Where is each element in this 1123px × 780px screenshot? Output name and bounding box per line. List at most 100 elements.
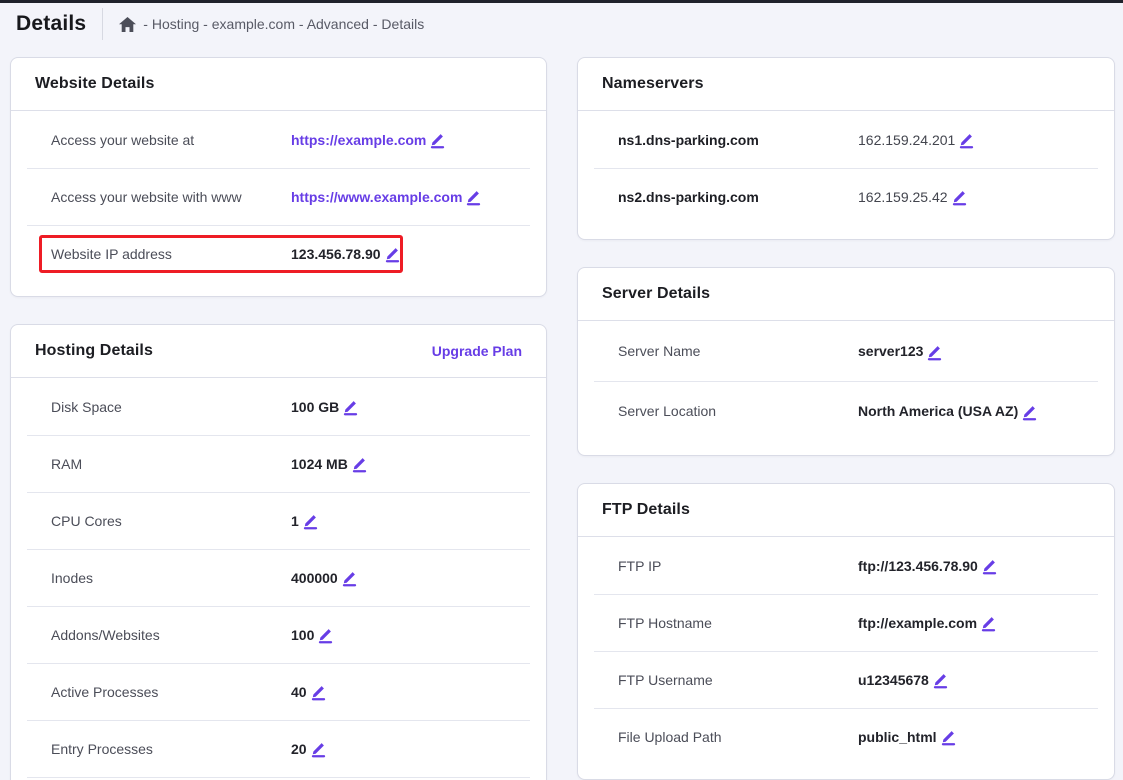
edit-icon[interactable] bbox=[309, 739, 328, 758]
server-details-card: Server Details Server Name server123 Ser… bbox=[577, 267, 1115, 456]
row-label: Disk Space bbox=[51, 399, 291, 415]
card-header: Server Details bbox=[578, 268, 1114, 321]
detail-row: ns2.dns-parking.com 162.159.25.42 bbox=[578, 168, 1114, 225]
detail-row: Inodes 400000 bbox=[11, 549, 546, 606]
detail-row: Server Name server123 bbox=[578, 321, 1114, 381]
breadcrumb-separator: - bbox=[199, 16, 211, 32]
detail-row: Addons/Websites 100 bbox=[11, 606, 546, 663]
row-label: Server Name bbox=[618, 343, 858, 359]
nameservers-card: Nameservers ns1.dns-parking.com 162.159.… bbox=[577, 57, 1115, 240]
detail-row: Website IP address 123.456.78.90 bbox=[11, 225, 546, 282]
edit-icon[interactable] bbox=[939, 727, 958, 746]
card-header: Hosting Details Upgrade Plan bbox=[11, 325, 546, 378]
row-value: ftp://123.456.78.90 bbox=[858, 558, 978, 574]
edit-icon[interactable] bbox=[980, 556, 999, 575]
edit-icon[interactable] bbox=[316, 625, 335, 644]
left-column: Website Details Access your website at h… bbox=[10, 57, 547, 780]
ftp-details-card: FTP Details FTP IP ftp://123.456.78.90 F… bbox=[577, 483, 1115, 780]
edit-icon[interactable] bbox=[957, 130, 976, 149]
card-body: FTP IP ftp://123.456.78.90 FTP Hostname … bbox=[578, 537, 1114, 779]
edit-icon[interactable] bbox=[1020, 402, 1039, 421]
detail-row: FTP Hostname ftp://example.com bbox=[578, 594, 1114, 651]
card-title: Hosting Details bbox=[35, 342, 153, 360]
row-value: 162.159.25.42 bbox=[858, 189, 948, 205]
edit-icon[interactable] bbox=[309, 682, 328, 701]
row-label: RAM bbox=[51, 456, 291, 472]
row-label: Website IP address bbox=[51, 246, 291, 262]
breadcrumb: - Hosting - example.com - Advanced - Det… bbox=[119, 16, 424, 32]
edit-icon[interactable] bbox=[428, 130, 447, 149]
edit-icon[interactable] bbox=[340, 568, 359, 587]
row-label: ns1.dns-parking.com bbox=[618, 132, 858, 148]
breadcrumb-separator: - bbox=[295, 16, 307, 32]
edit-icon[interactable] bbox=[925, 342, 944, 361]
card-body: Server Name server123 Server Location No… bbox=[578, 321, 1114, 455]
row-value: ftp://example.com bbox=[858, 615, 977, 631]
card-header: FTP Details bbox=[578, 484, 1114, 537]
row-value-link[interactable]: https://example.com bbox=[291, 132, 426, 148]
row-label: CPU Cores bbox=[51, 513, 291, 529]
row-value-link[interactable]: https://www.example.com bbox=[291, 189, 462, 205]
edit-icon[interactable] bbox=[979, 613, 998, 632]
row-value: North America (USA AZ) bbox=[858, 403, 1018, 419]
row-label: FTP Username bbox=[618, 672, 858, 688]
row-value: 123.456.78.90 bbox=[291, 246, 381, 262]
row-value: public_html bbox=[858, 729, 937, 745]
card-body: ns1.dns-parking.com 162.159.24.201 ns2.d… bbox=[578, 111, 1114, 239]
edit-icon[interactable] bbox=[950, 187, 969, 206]
page-title: Details bbox=[8, 12, 102, 36]
breadcrumb-item[interactable]: Details bbox=[381, 16, 424, 32]
breadcrumb-item[interactable]: Advanced bbox=[307, 16, 369, 32]
home-icon[interactable] bbox=[119, 17, 136, 32]
edit-icon[interactable] bbox=[464, 187, 483, 206]
page-header: Details - Hosting - example.com - Advanc… bbox=[0, 3, 1123, 45]
right-column: Nameservers ns1.dns-parking.com 162.159.… bbox=[577, 57, 1115, 780]
card-body: Disk Space 100 GB RAM 1024 MB CPU Cores … bbox=[11, 378, 546, 780]
detail-row: Access your website at https://example.c… bbox=[11, 111, 546, 168]
upgrade-plan-link[interactable]: Upgrade Plan bbox=[432, 343, 522, 359]
row-value: 1 bbox=[291, 513, 299, 529]
card-body: Access your website at https://example.c… bbox=[11, 111, 546, 296]
row-label: FTP Hostname bbox=[618, 615, 858, 631]
row-label: Entry Processes bbox=[51, 741, 291, 757]
website-details-card: Website Details Access your website at h… bbox=[10, 57, 547, 297]
main-content: Website Details Access your website at h… bbox=[0, 45, 1123, 780]
breadcrumb-items: - Hosting - example.com - Advanced - Det… bbox=[143, 16, 424, 32]
row-label: Inodes bbox=[51, 570, 291, 586]
row-label: Server Location bbox=[618, 403, 858, 419]
card-header: Nameservers bbox=[578, 58, 1114, 111]
hosting-details-card: Hosting Details Upgrade Plan Disk Space … bbox=[10, 324, 547, 780]
detail-row: ns1.dns-parking.com 162.159.24.201 bbox=[578, 111, 1114, 168]
detail-row: FTP Username u12345678 bbox=[578, 651, 1114, 708]
row-value: server123 bbox=[858, 343, 923, 359]
row-value: u12345678 bbox=[858, 672, 929, 688]
row-label: ns2.dns-parking.com bbox=[618, 189, 858, 205]
row-value: 1024 MB bbox=[291, 456, 348, 472]
edit-icon[interactable] bbox=[341, 397, 360, 416]
edit-icon[interactable] bbox=[383, 244, 402, 263]
detail-row: RAM 1024 MB bbox=[11, 435, 546, 492]
card-header: Website Details bbox=[11, 58, 546, 111]
detail-row: Disk Space 100 GB bbox=[11, 378, 546, 435]
card-title: FTP Details bbox=[602, 501, 690, 519]
row-value: 40 bbox=[291, 684, 307, 700]
breadcrumb-item[interactable]: Hosting bbox=[152, 16, 199, 32]
row-label: FTP IP bbox=[618, 558, 858, 574]
row-value: 162.159.24.201 bbox=[858, 132, 955, 148]
header-divider bbox=[102, 8, 103, 40]
detail-row: File Upload Path public_html bbox=[578, 708, 1114, 765]
breadcrumb-separator: - bbox=[143, 16, 152, 32]
breadcrumb-item[interactable]: example.com bbox=[212, 16, 295, 32]
edit-icon[interactable] bbox=[931, 670, 950, 689]
row-value: 20 bbox=[291, 741, 307, 757]
row-label: Active Processes bbox=[51, 684, 291, 700]
edit-icon[interactable] bbox=[350, 454, 369, 473]
row-label: Access your website with www bbox=[51, 189, 291, 205]
detail-row: FTP IP ftp://123.456.78.90 bbox=[578, 537, 1114, 594]
card-title: Website Details bbox=[35, 75, 154, 93]
row-label: Addons/Websites bbox=[51, 627, 291, 643]
edit-icon[interactable] bbox=[301, 511, 320, 530]
breadcrumb-separator: - bbox=[369, 16, 381, 32]
row-value: 100 bbox=[291, 627, 314, 643]
row-label: Access your website at bbox=[51, 132, 291, 148]
